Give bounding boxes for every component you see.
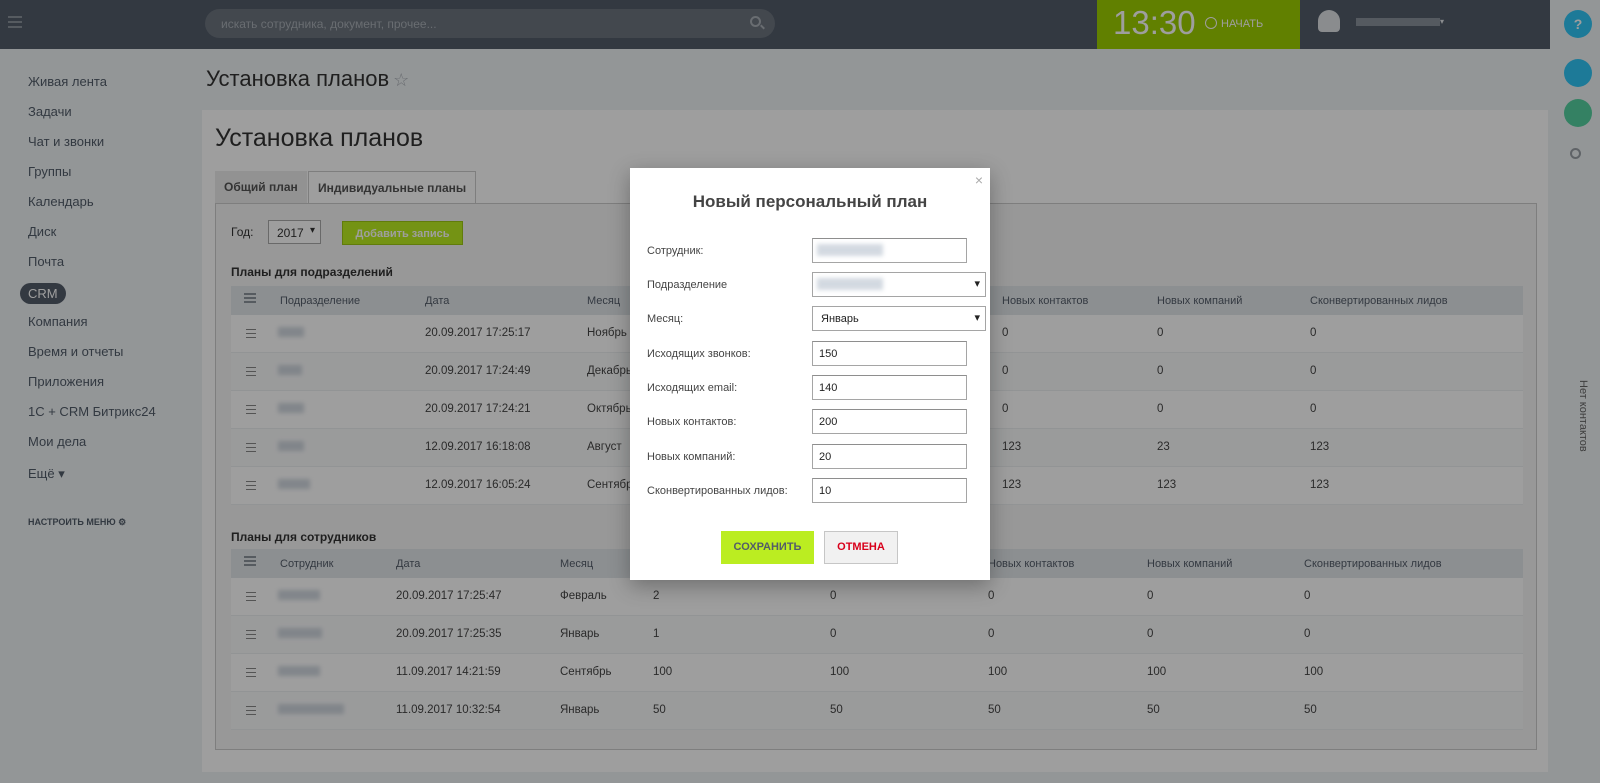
calls-input[interactable]: 150 [812,341,967,366]
month-select[interactable]: Январь [812,306,986,331]
companies-row: Новых компаний: 20 [647,444,982,470]
leads-input[interactable]: 10 [812,478,967,503]
leads-label: Сконвертированных лидов: [647,485,788,497]
leads-row: Сконвертированных лидов: 10 [647,478,982,504]
redacted-employee [817,244,883,256]
new-plan-dialog: × Новый персональный план Сотрудник: Под… [630,168,990,580]
redacted-department [817,278,883,290]
employee-field[interactable] [812,238,967,263]
calls-label: Исходящих звонков: [647,348,751,360]
email-row: Исходящих email: 140 [647,375,982,401]
contacts-input[interactable]: 200 [812,409,967,434]
employee-label: Сотрудник: [647,245,704,257]
dialog-title: Новый персональный план [692,192,928,211]
employee-row: Сотрудник: [647,238,982,264]
month-row: Месяц: Январь [647,306,986,332]
department-row: Подразделение [647,272,986,298]
companies-input[interactable]: 20 [812,444,967,469]
cancel-button[interactable]: ОТМЕНА [824,531,898,564]
month-label: Месяц: [647,313,684,325]
department-select[interactable] [812,272,986,297]
contacts-label: Новых контактов: [647,416,737,428]
email-label: Исходящих email: [647,382,738,394]
companies-label: Новых компаний: [647,451,736,463]
save-button[interactable]: СОХРАНИТЬ [721,531,814,564]
email-input[interactable]: 140 [812,375,967,400]
close-icon[interactable]: × [975,172,983,188]
contacts-row: Новых контактов: 200 [647,409,982,435]
department-label: Подразделение [647,279,728,291]
calls-row: Исходящих звонков: 150 [647,341,982,367]
